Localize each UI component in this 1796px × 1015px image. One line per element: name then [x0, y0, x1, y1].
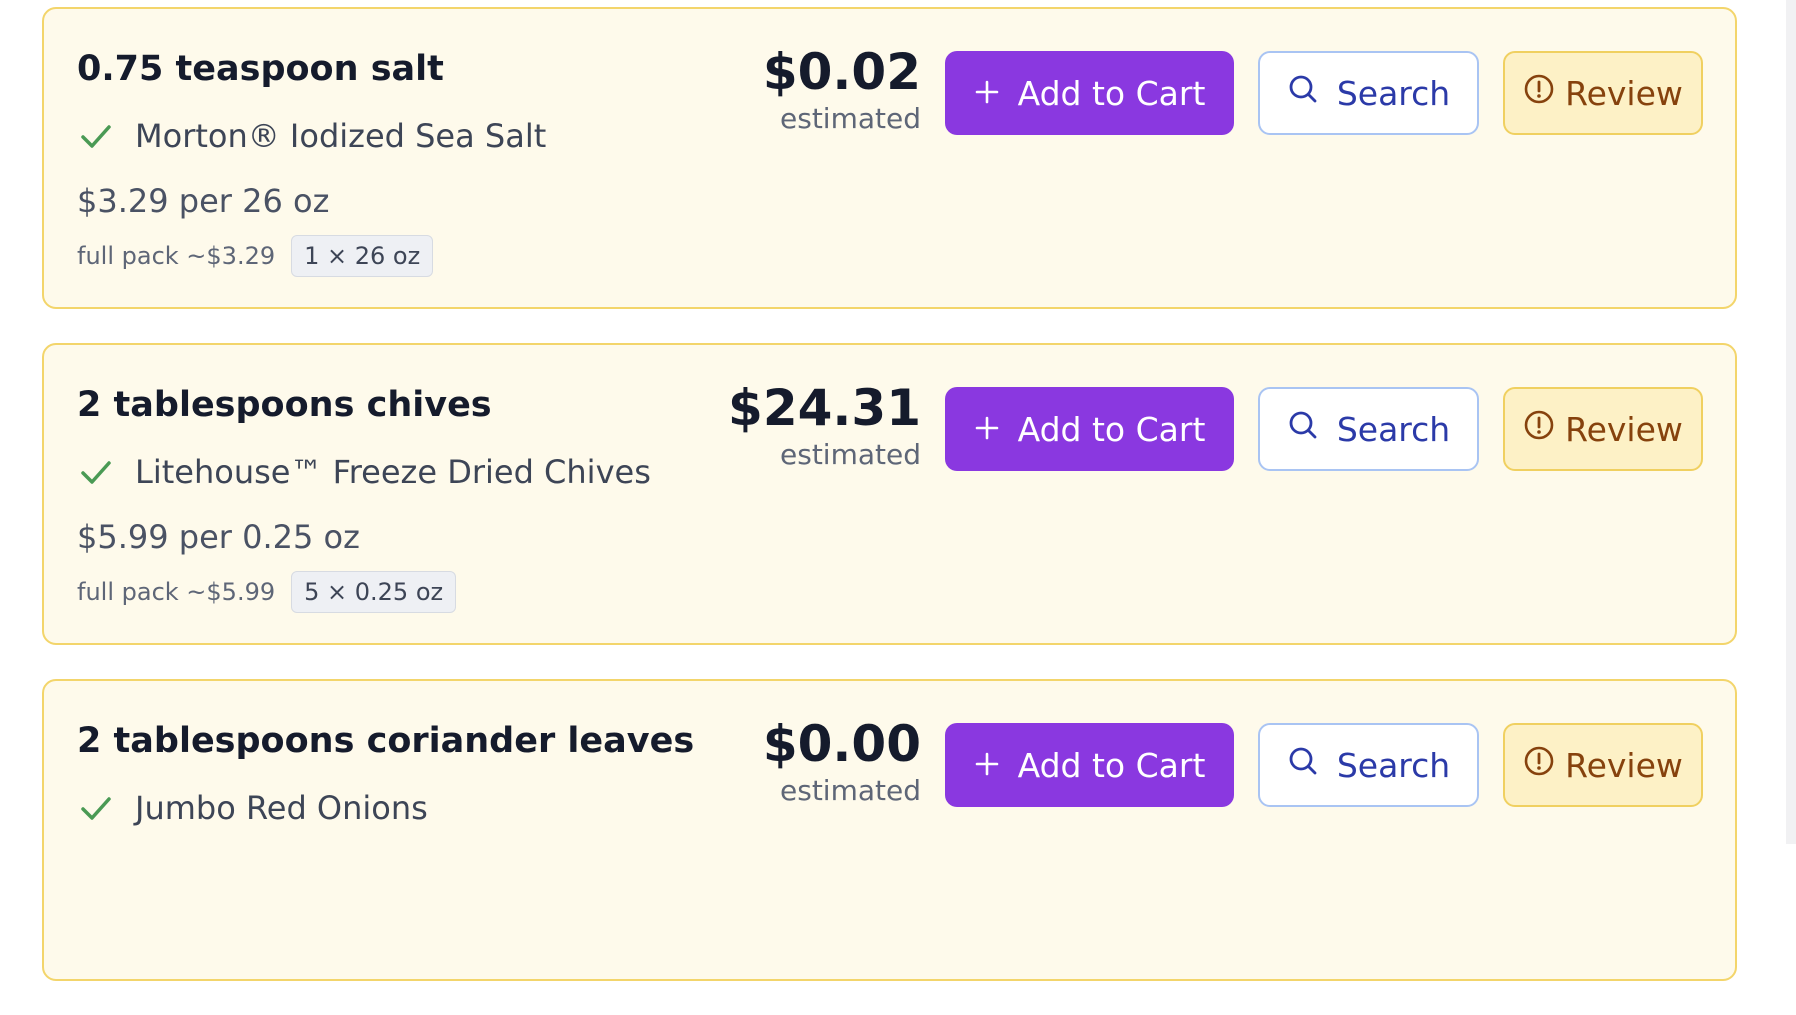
unit-price: $5.99 per 0.25 oz [77, 518, 360, 556]
matched-product: Morton® Iodized Sea Salt [77, 117, 546, 155]
add-to-cart-button[interactable]: Add to Cart [945, 723, 1234, 807]
matched-product-name[interactable]: Litehouse™ Freeze Dried Chives [135, 453, 651, 491]
search-label: Search [1336, 745, 1451, 785]
ingredient-title: 0.75 teaspoon salt [77, 49, 444, 89]
ingredient-card: 0.75 teaspoon salt Morton® Iodized Sea S… [42, 7, 1737, 309]
pack-info: full pack ~$5.99 5 × 0.25 oz [77, 571, 457, 613]
pack-size-badge: 1 × 26 oz [291, 235, 434, 277]
full-pack-price: full pack ~$5.99 [77, 578, 276, 606]
review-button[interactable]: Review [1503, 387, 1703, 471]
estimated-price: $0.02 estimated [762, 43, 921, 136]
add-to-cart-button[interactable]: Add to Cart [945, 51, 1234, 135]
price-value: $24.31 [728, 379, 921, 437]
search-label: Search [1336, 409, 1451, 449]
matched-product-name[interactable]: Jumbo Red Onions [135, 789, 428, 827]
price-value: $0.02 [762, 43, 921, 101]
review-button[interactable]: Review [1503, 723, 1703, 807]
add-to-cart-label: Add to Cart [1017, 409, 1206, 449]
review-button[interactable]: Review [1503, 51, 1703, 135]
price-note: estimated [780, 102, 921, 135]
search-icon [1287, 745, 1319, 785]
search-button[interactable]: Search [1258, 723, 1479, 807]
review-label: Review [1565, 73, 1683, 113]
ingredient-list: 0.75 teaspoon salt Morton® Iodized Sea S… [42, 7, 1737, 1015]
search-button[interactable]: Search [1258, 51, 1479, 135]
ingredient-card: 2 tablespoons chives Litehouse™ Freeze D… [42, 343, 1737, 645]
price-note: estimated [780, 774, 921, 807]
estimated-price: $24.31 estimated [728, 379, 921, 472]
search-icon [1287, 409, 1319, 449]
plus-icon [974, 74, 1000, 113]
review-label: Review [1565, 745, 1683, 785]
search-label: Search [1336, 73, 1451, 113]
add-to-cart-label: Add to Cart [1017, 745, 1206, 785]
unit-price: $3.29 per 26 oz [77, 182, 330, 220]
review-label: Review [1565, 409, 1683, 449]
add-to-cart-button[interactable]: Add to Cart [945, 387, 1234, 471]
check-icon [77, 117, 115, 155]
full-pack-price: full pack ~$3.29 [77, 242, 276, 270]
scrollbar[interactable] [1786, 0, 1796, 844]
plus-icon [974, 746, 1000, 785]
price-note: estimated [780, 438, 921, 471]
search-button[interactable]: Search [1258, 387, 1479, 471]
matched-product: Jumbo Red Onions [77, 789, 428, 827]
pack-size-badge: 5 × 0.25 oz [291, 571, 457, 613]
ingredient-title: 2 tablespoons chives [77, 385, 492, 425]
matched-product-name[interactable]: Morton® Iodized Sea Salt [135, 117, 546, 155]
check-icon [77, 789, 115, 827]
search-icon [1287, 73, 1319, 113]
ingredient-title: 2 tablespoons coriander leaves [77, 721, 695, 761]
pack-info: full pack ~$3.29 1 × 26 oz [77, 235, 434, 277]
price-value: $0.00 [762, 715, 921, 773]
ingredient-card: 2 tablespoons coriander leaves Jumbo Red… [42, 679, 1737, 981]
estimated-price: $0.00 estimated [762, 715, 921, 808]
matched-product: Litehouse™ Freeze Dried Chives [77, 453, 651, 491]
check-icon [77, 453, 115, 491]
alert-circle-icon [1523, 73, 1555, 113]
plus-icon [974, 410, 1000, 449]
add-to-cart-label: Add to Cart [1017, 73, 1206, 113]
alert-circle-icon [1523, 409, 1555, 449]
alert-circle-icon [1523, 745, 1555, 785]
